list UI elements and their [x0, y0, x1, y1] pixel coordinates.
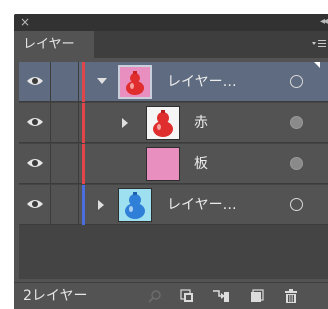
layer-color-indicator [82, 185, 85, 225]
expand-triangle-icon[interactable] [122, 118, 128, 128]
collapse-icon[interactable]: ◂◂ [320, 15, 328, 29]
locate-object-icon[interactable] [148, 289, 162, 303]
close-icon[interactable]: × [20, 15, 30, 29]
layer-color-indicator [82, 103, 85, 143]
eye-icon [27, 77, 43, 85]
layer-row[interactable]: 板 [19, 144, 328, 184]
layer-name[interactable]: レイヤー… [167, 185, 237, 225]
layer-name[interactable]: 赤 [194, 103, 208, 143]
layer-thumbnail [118, 188, 152, 222]
layers-panel: × ◂◂ レイヤー レイヤー… 赤 板 レイヤー… 2レイヤー [14, 14, 328, 309]
target-circle-icon[interactable] [290, 116, 303, 129]
layer-row[interactable]: 赤 [19, 103, 328, 143]
lock-toggle[interactable] [51, 62, 79, 102]
make-clipping-mask-icon[interactable] [180, 289, 194, 303]
layer-name[interactable]: 板 [194, 144, 208, 184]
target-circle-icon[interactable] [290, 198, 303, 211]
layer-list: レイヤー… 赤 板 レイヤー… [19, 62, 328, 279]
visibility-toggle[interactable] [19, 103, 51, 143]
blue-gourd-thumbnail-icon [119, 189, 151, 221]
layer-thumbnail [118, 65, 152, 99]
tab-layers[interactable]: レイヤー [14, 31, 94, 58]
visibility-toggle[interactable] [19, 62, 51, 102]
layer-row[interactable]: レイヤー… [19, 62, 328, 102]
new-layer-icon[interactable] [250, 289, 264, 303]
pink-board-thumbnail-icon [147, 148, 179, 180]
lock-toggle[interactable] [51, 103, 79, 143]
eye-icon [27, 159, 43, 167]
expand-triangle-icon[interactable] [97, 78, 107, 84]
layer-thumbnail [146, 147, 180, 181]
target-circle-icon[interactable] [290, 157, 303, 170]
panel-menu-icon[interactable] [310, 37, 326, 51]
lock-toggle[interactable] [51, 144, 79, 184]
layer-thumbnail [146, 106, 180, 140]
panel-footer: 2レイヤー [14, 282, 328, 309]
layer-color-indicator [82, 144, 85, 184]
selection-corner-icon [314, 62, 320, 68]
expand-triangle-icon[interactable] [98, 200, 104, 210]
target-circle-icon[interactable] [290, 75, 303, 88]
panel-titlebar: × ◂◂ [14, 14, 328, 31]
eye-icon [27, 200, 43, 208]
layer-count-label: 2レイヤー [23, 288, 88, 304]
red-gourd-thumbnail-icon [147, 107, 179, 139]
visibility-toggle[interactable] [19, 144, 51, 184]
visibility-toggle[interactable] [19, 185, 51, 225]
lock-toggle[interactable] [51, 185, 79, 225]
layer-row[interactable]: レイヤー… [19, 185, 328, 225]
tab-strip: レイヤー [14, 31, 328, 58]
eye-icon [27, 118, 43, 126]
layer-name[interactable]: レイヤー… [167, 62, 237, 102]
delete-icon[interactable] [284, 289, 298, 303]
create-sublayer-icon[interactable] [212, 289, 230, 303]
red-gourd-thumbnail-icon [120, 67, 150, 97]
layer-color-indicator [82, 62, 85, 102]
